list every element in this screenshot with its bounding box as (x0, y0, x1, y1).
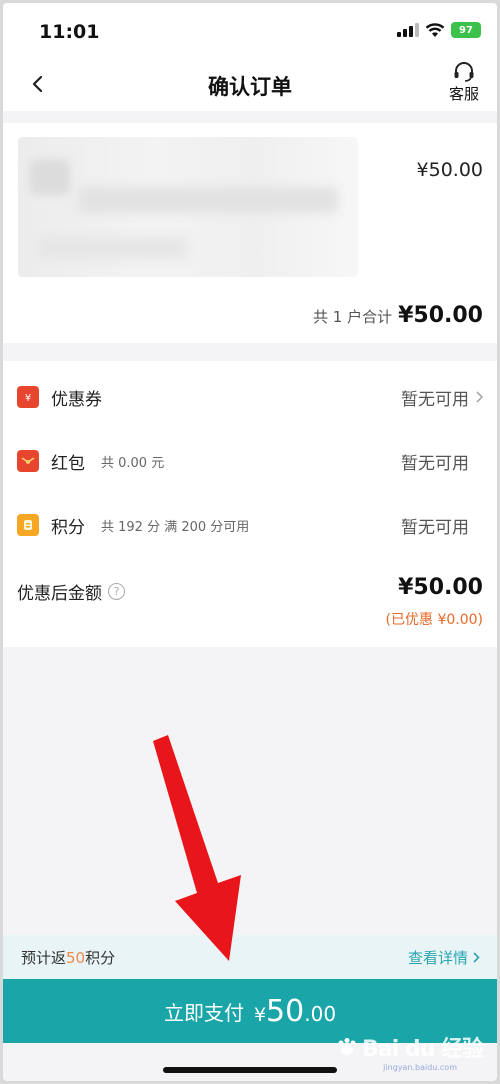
home-indicator (163, 1067, 337, 1073)
pay-currency: ¥ (253, 1003, 267, 1026)
points-reward-suffix: 积分 (85, 949, 116, 967)
points-title: 积分 (51, 517, 85, 538)
watermark: Bai du 经验 (336, 1031, 484, 1063)
red-packet-status: 暂无可用 (401, 453, 469, 474)
final-amount-label-text: 优惠后金额 (17, 584, 102, 604)
pay-amount-dec: .00 (304, 1001, 337, 1026)
product-image-blurred (18, 137, 358, 277)
pay-amount-int: 50 (266, 993, 305, 1029)
signal-icon (397, 23, 419, 37)
points-reward-text: 预计返50积分 (21, 947, 115, 968)
paw-logo-icon (338, 1038, 356, 1055)
product-card: ¥50.00 共 1 户合计 ¥50.00 (3, 123, 497, 343)
order-total: 共 1 户合计 ¥50.00 (313, 303, 483, 328)
points-icon (17, 514, 39, 536)
chevron-right-icon (473, 952, 480, 963)
phone-screen: 11:01 97 确认订单 客服 ¥50.00 共 1 户合计 ¥50.00 ¥… (3, 3, 497, 1081)
view-details-link[interactable]: 查看详情 (408, 947, 481, 968)
points-status: 暂无可用 (401, 517, 469, 538)
coupon-status: 暂无可用 (401, 389, 469, 410)
battery-icon: 97 (451, 22, 481, 38)
customer-service-button[interactable]: 客服 (443, 61, 485, 104)
product-price: ¥50.00 (416, 159, 483, 181)
nav-bar: 确认订单 客服 (3, 59, 497, 111)
points-reward-bar: 预计返50积分 查看详情 (3, 935, 497, 979)
svg-text:¥: ¥ (25, 393, 31, 404)
headset-icon (454, 62, 474, 82)
final-amount: ¥50.00 (398, 575, 483, 600)
points-row[interactable]: 积分 共 192 分 满 200 分可用 暂无可用 (3, 503, 497, 547)
red-packet-title: 红包 (51, 453, 85, 474)
order-total-value: ¥50.00 (398, 303, 483, 328)
saved-note: (已优惠 ¥0.00) (385, 612, 483, 628)
page-title: 确认订单 (208, 75, 292, 99)
help-icon[interactable]: ? (108, 583, 125, 600)
pay-now-label: 立即支付 (163, 1000, 244, 1025)
points-sub: 共 192 分 满 200 分可用 (101, 519, 250, 535)
order-total-label: 共 1 户合计 (313, 308, 393, 326)
coupon-title: 优惠券 (51, 389, 102, 410)
final-amount-label: 优惠后金额 ? (17, 579, 125, 604)
coupon-row[interactable]: ¥ 优惠券 暂无可用 (3, 375, 497, 419)
wifi-icon (425, 22, 445, 37)
points-reward-value: 50 (66, 949, 86, 967)
coupon-icon: ¥ (17, 386, 39, 408)
status-bar: 11:01 97 (3, 3, 497, 59)
red-packet-icon (17, 450, 39, 472)
points-reward-prefix: 预计返 (21, 949, 67, 967)
view-details-label: 查看详情 (407, 949, 468, 967)
status-time: 11:01 (39, 21, 100, 43)
status-icons: 97 (397, 22, 481, 38)
red-packet-sub: 共 0.00 元 (101, 455, 165, 471)
chevron-right-icon (476, 391, 484, 403)
pay-amount: ¥50.00 (254, 994, 336, 1029)
watermark-text: Bai du 经验 (362, 1037, 484, 1062)
customer-service-label: 客服 (448, 85, 479, 103)
watermark-sub: jingyan.baidu.com (383, 1063, 457, 1072)
discount-card: ¥ 优惠券 暂无可用 红包 共 0.00 元 暂无可用 积分 共 192 分 满… (3, 361, 497, 647)
red-packet-row[interactable]: 红包 共 0.00 元 暂无可用 (3, 439, 497, 483)
